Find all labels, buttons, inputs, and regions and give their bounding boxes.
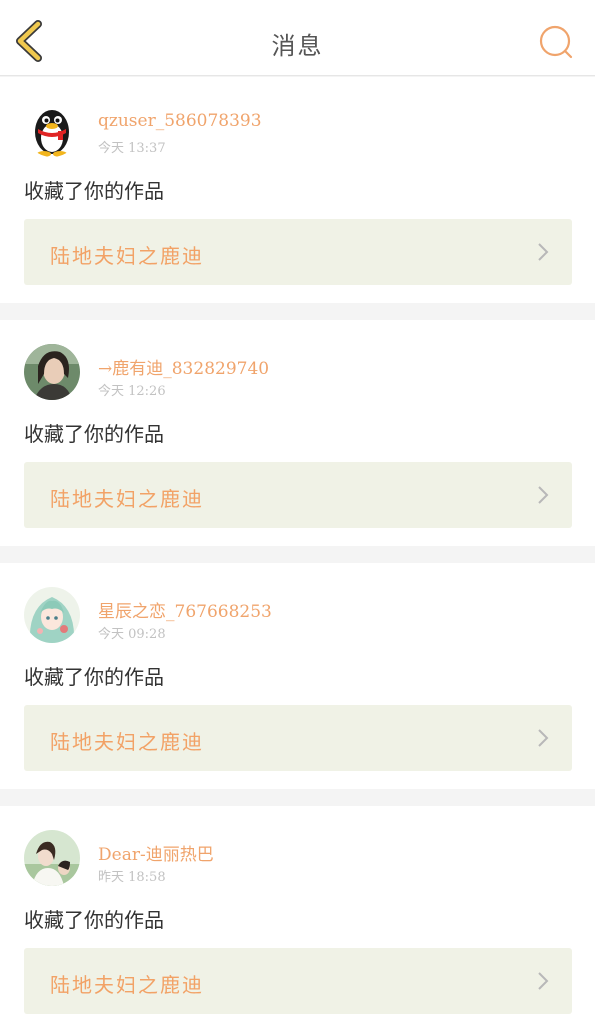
user-avatar[interactable] <box>24 587 80 643</box>
chevron-right-icon <box>538 243 549 261</box>
username[interactable]: →鹿有迪_832829740 <box>98 354 269 379</box>
action-text: 收藏了你的作品 <box>24 422 164 446</box>
action-text: 收藏了你的作品 <box>24 179 164 203</box>
work-link[interactable]: 陆地夫妇之鹿迪 <box>24 219 572 285</box>
action-text: 收藏了你的作品 <box>24 908 164 932</box>
photo-avatar-icon <box>24 344 80 400</box>
user-avatar[interactable] <box>24 101 80 157</box>
chevron-right-icon <box>538 486 549 504</box>
message-card: qzuser_586078393 今天 13:37 收藏了你的作品 陆地夫妇之鹿… <box>0 77 595 303</box>
timestamp: 今天 12:26 <box>98 384 166 399</box>
work-link[interactable]: 陆地夫妇之鹿迪 <box>24 948 572 1014</box>
user-avatar[interactable] <box>24 344 80 400</box>
header-bar: 消息 <box>0 0 595 76</box>
search-icon <box>539 25 573 59</box>
work-link[interactable]: 陆地夫妇之鹿迪 <box>24 462 572 528</box>
message-card: →鹿有迪_832829740 今天 12:26 收藏了你的作品 陆地夫妇之鹿迪 <box>0 320 595 546</box>
work-title: 陆地夫妇之鹿迪 <box>50 244 204 268</box>
search-button[interactable] <box>537 22 577 62</box>
username[interactable]: qzuser_586078393 <box>98 111 262 131</box>
timestamp: 今天 13:37 <box>98 141 166 156</box>
timestamp: 今天 09:28 <box>98 627 166 642</box>
timestamp: 昨天 18:58 <box>98 870 166 885</box>
action-text: 收藏了你的作品 <box>24 665 164 689</box>
user-avatar[interactable] <box>24 830 80 886</box>
chevron-right-icon <box>538 729 549 747</box>
work-title: 陆地夫妇之鹿迪 <box>50 730 204 754</box>
work-title: 陆地夫妇之鹿迪 <box>50 487 204 511</box>
anime-avatar-icon <box>24 587 80 643</box>
work-link[interactable]: 陆地夫妇之鹿迪 <box>24 705 572 771</box>
work-title: 陆地夫妇之鹿迪 <box>50 973 204 997</box>
photo-avatar-icon <box>24 830 80 886</box>
username[interactable]: Dear-迪丽热巴 <box>98 840 214 865</box>
username[interactable]: 星辰之恋_767668253 <box>98 597 272 622</box>
message-card: 星辰之恋_767668253 今天 09:28 收藏了你的作品 陆地夫妇之鹿迪 <box>0 563 595 789</box>
message-card: Dear-迪丽热巴 昨天 18:58 收藏了你的作品 陆地夫妇之鹿迪 <box>0 806 595 1032</box>
qq-penguin-avatar-icon <box>24 101 80 157</box>
chevron-right-icon <box>538 972 549 990</box>
page-title: 消息 <box>271 32 324 60</box>
